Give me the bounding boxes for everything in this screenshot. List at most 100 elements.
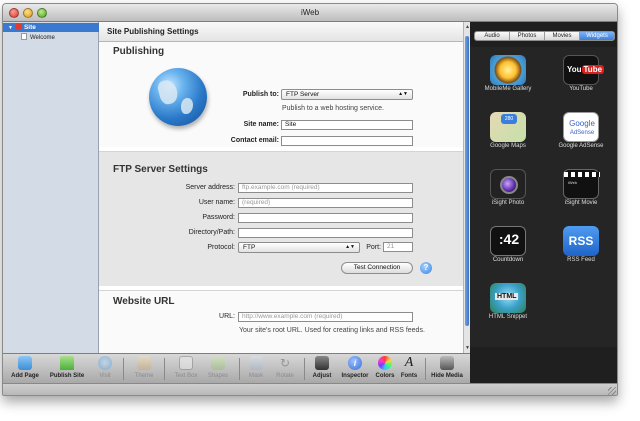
toolbar-separator [239, 358, 240, 380]
protocol-value: FTP [243, 244, 256, 251]
publishing-title: Publishing [113, 46, 165, 57]
widget-label: iSight Movie [564, 200, 598, 206]
publish-arrow-icon [60, 356, 74, 370]
rss-feed-icon: RSS [563, 226, 599, 256]
widget-label: RSS Feed [567, 257, 595, 263]
publishing-settings-pane: Site Publishing Settings Publishing Publ… [99, 22, 463, 353]
widget-label: iSight Photo [491, 200, 525, 206]
title-bar: iWeb [3, 4, 617, 22]
widget-label: Google Maps [490, 143, 526, 149]
user-name-label: User name: [198, 199, 235, 206]
toolbar-separator [123, 358, 124, 380]
test-connection-button[interactable]: Test Connection [341, 262, 413, 274]
publishing-section: Publishing Publish to: FTP Server ▲▼ Pub… [99, 42, 463, 147]
publish-to-value: FTP Server [286, 91, 320, 98]
widget-mobileme-gallery[interactable]: MobileMe Gallery [472, 47, 544, 97]
mask-icon [249, 356, 263, 370]
media-tabs: Audio Photos Movies Widgets [474, 31, 615, 41]
resize-grip-icon[interactable] [608, 387, 616, 395]
website-url-title: Website URL [113, 296, 175, 307]
mobileme-gallery-icon [490, 55, 526, 85]
globe-icon [149, 68, 207, 126]
toolbar-separator [425, 358, 426, 380]
youtube-icon: You Tube [563, 55, 605, 85]
password-label: Password: [202, 214, 235, 221]
media-browser: Audio Photos Movies Widgets MobileMe Gal… [470, 22, 617, 383]
bottom-toolbar: Add Page Publish Site Visit Theme Text B… [3, 353, 470, 383]
media-icon [440, 356, 454, 370]
help-icon[interactable]: ? [420, 262, 432, 274]
port-field[interactable]: 21 [383, 242, 413, 252]
site-name-label: Site name: [243, 121, 279, 128]
tab-photos[interactable]: Photos [510, 32, 545, 40]
window-title: iWeb [300, 8, 320, 17]
tab-movies[interactable]: Movies [545, 32, 580, 40]
disclosure-triangle-icon[interactable]: ▼ [8, 25, 13, 31]
status-bar [3, 383, 617, 395]
widget-label: Countdown [492, 257, 524, 263]
popup-arrows-icon: ▲▼ [398, 91, 408, 97]
ftp-settings-section: FTP Server Settings Server address: ftp.… [99, 151, 463, 286]
rotate-icon: ↻ [279, 356, 291, 370]
website-url-section: Website URL URL: http://www.example.com … [99, 290, 463, 353]
sidebar-site-label: Site [23, 24, 36, 31]
server-address-label: Server address: [185, 184, 235, 191]
widget-label: Google AdSense [558, 143, 604, 149]
ftp-settings-title: FTP Server Settings [113, 164, 208, 175]
password-field[interactable] [238, 213, 413, 223]
toolbar-separator [164, 358, 165, 380]
widget-youtube[interactable]: You Tube YouTube [545, 47, 617, 97]
site-icon [14, 23, 22, 30]
widget-label: YouTube [569, 86, 593, 92]
widget-rss-feed[interactable]: RSS RSS Feed [545, 218, 617, 268]
widget-countdown[interactable]: :42 Countdown [472, 218, 544, 268]
widget-isight-movie[interactable]: iWeb iSight Movie [545, 161, 617, 211]
vertical-scrollbar[interactable]: ▲ ▼ [463, 22, 470, 353]
widget-google-maps[interactable]: 280 Google Maps [472, 104, 544, 154]
inspector-info-icon: i [348, 356, 362, 370]
tab-widgets[interactable]: Widgets [580, 32, 614, 40]
url-label: URL: [219, 313, 235, 320]
url-field[interactable]: http://www.example.com (required) [238, 312, 413, 322]
contact-email-field[interactable] [281, 136, 413, 146]
widget-isight-photo[interactable]: iSight Photo [472, 161, 544, 211]
theme-icon [137, 356, 151, 370]
html-snippet-icon: HTML [490, 283, 526, 313]
iweb-window: iWeb ▼ Site Welcome Site Publishing Setti… [2, 3, 618, 396]
server-address-field[interactable]: ftp.example.com (required) [238, 183, 413, 193]
fonts-icon: A [404, 355, 414, 370]
publish-to-hint: Publish to a web hosting service. [282, 105, 384, 112]
google-maps-icon: 280 [490, 112, 526, 142]
publish-to-popup[interactable]: FTP Server ▲▼ [281, 89, 413, 100]
page-title: Site Publishing Settings [99, 22, 463, 42]
sidebar-item-site[interactable]: ▼ Site [3, 23, 99, 32]
text-box-icon [179, 356, 193, 370]
user-name-field[interactable]: (required) [238, 198, 413, 208]
countdown-icon: :42 [490, 226, 526, 256]
widget-label: MobileMe Gallery [484, 86, 532, 92]
port-label: Port: [366, 244, 381, 251]
add-page-icon [18, 356, 32, 370]
isight-movie-icon: iWeb [563, 169, 600, 199]
tab-audio[interactable]: Audio [475, 32, 510, 40]
protocol-popup[interactable]: FTP ▲▼ [238, 242, 360, 253]
shapes-icon [211, 356, 225, 370]
widget-grid: MobileMe Gallery You Tube YouTube 280 Goo… [470, 47, 617, 347]
url-hint: Your site's root URL. Used for creating … [239, 327, 425, 334]
sidebar-item-welcome[interactable]: Welcome [21, 33, 55, 43]
adjust-icon [315, 356, 329, 370]
widget-html-snippet[interactable]: HTML HTML Snippet [472, 275, 544, 325]
directory-path-label: Directory/Path: [188, 229, 235, 236]
site-sidebar: ▼ Site Welcome [3, 22, 99, 353]
scroll-thumb[interactable] [465, 36, 469, 326]
widget-label: HTML Snippet [488, 314, 528, 320]
site-name-field[interactable]: Site [281, 120, 413, 130]
protocol-label: Protocol: [207, 244, 235, 251]
google-adsense-icon: Google AdSense [563, 112, 599, 142]
popup-arrows-icon: ▲▼ [345, 244, 355, 250]
widget-google-adsense[interactable]: Google AdSense Google AdSense [545, 104, 617, 154]
page-icon [21, 33, 27, 40]
directory-path-field[interactable] [238, 228, 413, 238]
color-wheel-icon [378, 356, 392, 370]
visit-globe-icon [98, 356, 112, 370]
